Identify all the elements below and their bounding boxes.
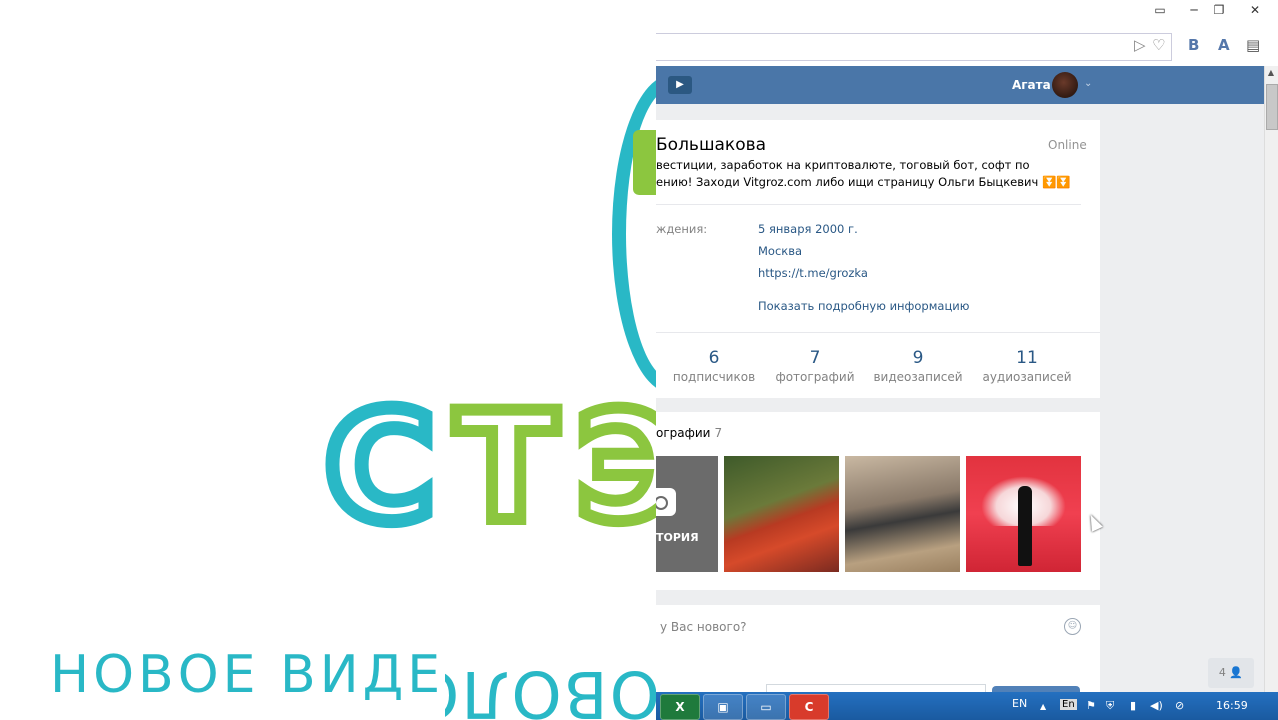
photo-thumbnail[interactable] (845, 456, 960, 572)
minimize-button[interactable]: ─ (1183, 3, 1205, 19)
stat-label: фотографий (775, 370, 855, 384)
chevron-down-icon[interactable]: ⌄ (1084, 78, 1092, 89)
antivirus-icon[interactable]: ⊘ (1175, 699, 1184, 712)
photo-thumbnail[interactable] (966, 456, 1081, 572)
online-status: Online (1048, 138, 1087, 152)
flag-icon[interactable]: ⚑ (1086, 699, 1096, 712)
stat-label: подписчиков (672, 370, 756, 384)
restore-button[interactable]: ❐ (1208, 3, 1230, 19)
logo-letter-t: Т (449, 381, 563, 555)
photos-title[interactable]: ографии 7 (656, 426, 722, 440)
stat-photos[interactable]: 7 фотографий (765, 348, 865, 384)
play-icon[interactable]: ▶ (668, 76, 692, 94)
excel-taskbar-button[interactable]: X (660, 694, 700, 720)
scroll-up-icon[interactable]: ▲ (1264, 68, 1278, 77)
divider (656, 332, 1100, 333)
profile-status-line: вестиции, заработок на криптовалюте, тог… (656, 158, 1030, 172)
keyboard-layout-icon[interactable]: En (1060, 699, 1077, 710)
avatar[interactable] (1052, 72, 1078, 98)
stat-label: аудиозаписей (982, 370, 1072, 384)
camera-icon (656, 488, 676, 516)
stat-followers[interactable]: 6 подписчиков (664, 348, 764, 384)
app-taskbar-button[interactable]: ▣ (703, 694, 743, 720)
photos-title-text: ографии (656, 426, 711, 440)
photo-thumbnail[interactable] (724, 456, 839, 572)
photos-count: 7 (714, 426, 723, 440)
send-icon[interactable]: ▷ (1134, 36, 1146, 54)
explorer-taskbar-button[interactable]: ▭ (746, 694, 786, 720)
shield-icon[interactable]: ⛨ (1106, 699, 1114, 713)
city-link[interactable]: Москва (758, 244, 802, 258)
logo-letter-e: Э (569, 381, 656, 555)
decorative-ring (612, 75, 656, 393)
banner-text: НОВОЕ ВИДЕ (50, 645, 445, 705)
language-indicator[interactable]: EN (1012, 697, 1027, 710)
scrollbar[interactable] (1264, 66, 1278, 692)
profile-name: Большакова (656, 135, 767, 155)
decorative-green-block (633, 130, 656, 195)
extension-b-icon[interactable]: B (1188, 36, 1199, 54)
mirrored-text: ОВОЛО (445, 656, 656, 720)
post-input[interactable]: у Вас нового? (660, 620, 747, 634)
upload-photo-label: ТОРИЯ (656, 531, 699, 544)
scrollbar-thumb[interactable] (1266, 84, 1278, 130)
close-button[interactable]: ✕ (1244, 3, 1266, 19)
clock[interactable]: 16:59 (1216, 699, 1248, 712)
stat-number: 11 (1016, 348, 1038, 368)
stat-number: 6 (708, 348, 720, 368)
divider (656, 204, 1081, 205)
birth-label: ждения: (656, 222, 708, 236)
photo-person (1018, 486, 1032, 566)
friends-online-badge[interactable]: 4 👤 (1208, 658, 1254, 688)
stat-number: 7 (809, 348, 821, 368)
stat-number: 9 (912, 348, 924, 368)
logo-letter-c: С (318, 381, 442, 555)
menu-icon[interactable]: ▭ (1149, 3, 1171, 19)
heart-icon[interactable]: ♡ (1152, 36, 1165, 54)
translate-icon[interactable]: A (1218, 36, 1230, 54)
show-more-info-link[interactable]: Показать подробную информацию (758, 299, 969, 313)
vk-header (656, 66, 1264, 104)
website-link[interactable]: https://t.me/grozka (758, 266, 868, 280)
network-icon[interactable]: ▮ (1130, 699, 1136, 712)
recorder-taskbar-button[interactable]: C (789, 694, 829, 720)
show-hidden-icons-icon[interactable]: ▲ (1040, 702, 1046, 711)
stat-label: видеозаписей (873, 370, 963, 384)
stat-videos[interactable]: 9 видеозаписей (868, 348, 968, 384)
address-bar[interactable] (656, 33, 1172, 61)
emoji-icon[interactable]: ☺ (1064, 618, 1081, 635)
profile-status-line: ению! Заходи Vitgroz.com либо ищи страни… (656, 175, 1071, 189)
extension-icon[interactable]: ▤ (1246, 36, 1260, 54)
birth-date-link[interactable]: 5 января 2000 г. (758, 222, 858, 236)
volume-icon[interactable]: ◀) (1150, 699, 1163, 712)
header-user-name[interactable]: Агата (1012, 78, 1051, 92)
video-overlay: С Т Э НОВОЕ ВИДЕ ОВОЛО (0, 0, 656, 720)
stat-audio[interactable]: 11 аудиозаписей (977, 348, 1077, 384)
upload-photo-tile[interactable]: ТОРИЯ (656, 456, 718, 572)
